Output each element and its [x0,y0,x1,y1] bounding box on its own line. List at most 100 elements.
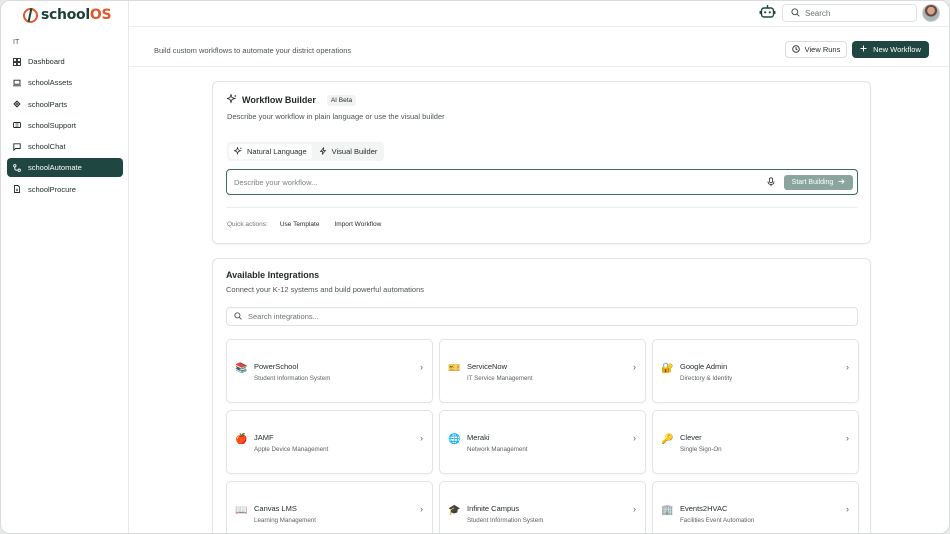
apple-icon: 🍎 [235,434,248,445]
integration-name: ServiceNow [467,362,508,371]
lightning-icon [319,146,327,157]
use-template-button[interactable]: Use Template [277,219,323,230]
workflow-icon [13,164,21,172]
plus-icon [860,45,867,54]
ai-beta-badge: AI Beta [326,94,357,106]
chevron-right-icon: › [633,504,636,514]
sidebar-item-schoolparts[interactable]: schoolParts [7,95,123,114]
integrations-title: Available Integrations [226,270,320,280]
workflow-builder-card: Workflow Builder AI Beta Describe your w… [212,81,871,244]
chevron-right-icon: › [420,433,423,443]
brand-name-prefix: school [41,7,90,23]
integration-card-meraki[interactable]: 🌐 Meraki Network Management › [439,410,646,474]
sidebar-item-label: Dashboard [28,57,65,66]
brand-logo[interactable]: schoolOS [23,5,112,25]
open-book-icon: 📖 [235,505,248,516]
integrations-search-input[interactable]: Search integrations... [226,307,858,326]
chevron-right-icon: › [846,504,849,514]
integration-card-servicenow[interactable]: 🎫 ServiceNow IT Service Management › [439,339,646,403]
workflow-builder-divider [226,207,857,208]
sidebar-item-schoolassets[interactable]: schoolAssets [7,73,123,92]
search-icon [234,311,242,322]
microphone-icon[interactable] [766,177,776,187]
integration-card-canvas-lms[interactable]: 📖 Canvas LMS Learning Management › [226,481,433,533]
ticket-icon: 🎫 [448,363,461,374]
sidebar: schoolOS IT Dashboard schoolAssets schoo [1,1,129,533]
integration-subtitle: Learning Management [254,517,316,524]
sidebar-nav: Dashboard schoolAssets schoolParts schoo… [7,52,123,201]
brand-name-suffix: OS [89,7,112,23]
document-icon [13,185,21,194]
brand-name: schoolOS [41,7,112,23]
integration-card-powerschool[interactable]: 📚 PowerSchool Student Information System… [226,339,433,403]
integration-name: PowerSchool [254,362,299,371]
sidebar-item-label: schoolChat [28,142,66,152]
sidebar-item-schoolautomate[interactable]: schoolAutomate [7,158,123,178]
tab-label: Natural Language [247,147,307,156]
integration-card-google-admin[interactable]: 🔐 Google Admin Directory & Identity › [652,339,859,403]
chevron-right-icon: › [420,504,423,514]
page-subtitle: Build custom workflows to automate your … [154,46,352,55]
integration-subtitle: Network Management [467,446,528,453]
building-icon: 🏢 [661,505,674,516]
integration-subtitle: Apple Device Management [254,446,329,453]
lock-icon: 🔐 [661,363,674,374]
workflow-description-input[interactable] [234,177,766,187]
integration-subtitle: Student Information System [467,517,544,524]
sidebar-item-label: schoolParts [28,99,68,109]
grid-icon [13,57,21,66]
workflow-builder-title: Workflow Builder [242,95,316,105]
books-icon: 📚 [235,363,248,374]
sidebar-item-schoolprocure[interactable]: schoolProcure [7,180,123,199]
chevron-right-icon: › [846,433,849,443]
graduation-cap-icon: 🎓 [448,505,461,516]
integration-card-infinite-campus[interactable]: 🎓 Infinite Campus Student Information Sy… [439,481,646,533]
sidebar-item-dashboard[interactable]: Dashboard [7,52,123,71]
global-search-input[interactable]: Search [782,4,917,22]
chat-icon [13,143,21,151]
quick-actions-label: Quick actions: [227,221,268,228]
integration-card-jamf[interactable]: 🍎 JAMF Apple Device Management › [226,410,433,474]
start-building-button[interactable]: Start Building [784,174,853,190]
arrow-right-icon [838,178,845,187]
chevron-right-icon: › [633,362,636,372]
chevron-right-icon: › [846,362,849,372]
view-runs-button[interactable]: View Runs [785,41,847,58]
integration-name: Infinite Campus [467,504,520,513]
integration-card-clever[interactable]: 🔑 Clever Single Sign-On › [652,410,859,474]
ai-assistant-bot-icon[interactable] [759,5,776,20]
new-workflow-button[interactable]: New Workflow [852,41,929,58]
integration-name: Google Admin [680,362,728,371]
sidebar-item-schoolsupport[interactable]: schoolSupport [7,116,123,135]
integration-subtitle: IT Service Management [467,375,533,382]
search-icon [791,7,800,19]
key-icon: 🔑 [661,434,674,445]
tab-natural-language[interactable]: Natural Language [229,144,312,159]
integrations-search-placeholder: Search integrations... [248,312,319,321]
laptop-icon [13,79,21,87]
integration-name: Events2HVAC [680,504,728,513]
import-workflow-button[interactable]: Import Workflow [331,219,384,230]
chevron-right-icon: › [420,362,423,372]
tab-visual-builder[interactable]: Visual Builder [314,144,383,159]
workflow-builder-heading: Workflow Builder AI Beta [225,93,357,106]
header-divider [129,66,949,67]
integration-subtitle: Facilities Event Automation [680,517,755,524]
logo-mark-icon [23,7,38,23]
integrations-grid: 📚 PowerSchool Student Information System… [226,339,859,533]
integration-subtitle: Student Information System [254,375,331,382]
sidebar-item-label: schoolAutomate [28,163,82,173]
tab-label: Visual Builder [331,147,378,156]
integration-card-events2hvac[interactable]: 🏢 Events2HVAC Facilities Event Automatio… [652,481,859,533]
sparkles-icon [233,145,242,157]
chevron-right-icon: › [633,433,636,443]
start-building-label: Start Building [791,178,834,186]
integrations-description: Connect your K-12 systems and build powe… [226,285,425,294]
sidebar-item-schoolchat[interactable]: schoolChat [7,137,123,156]
sparkles-icon [225,93,237,106]
sidebar-item-label: schoolSupport [28,120,76,130]
globe-icon: 🌐 [448,434,461,445]
parts-icon [13,100,21,108]
integration-subtitle: Directory & Identity [680,375,733,382]
user-avatar[interactable] [922,4,940,22]
